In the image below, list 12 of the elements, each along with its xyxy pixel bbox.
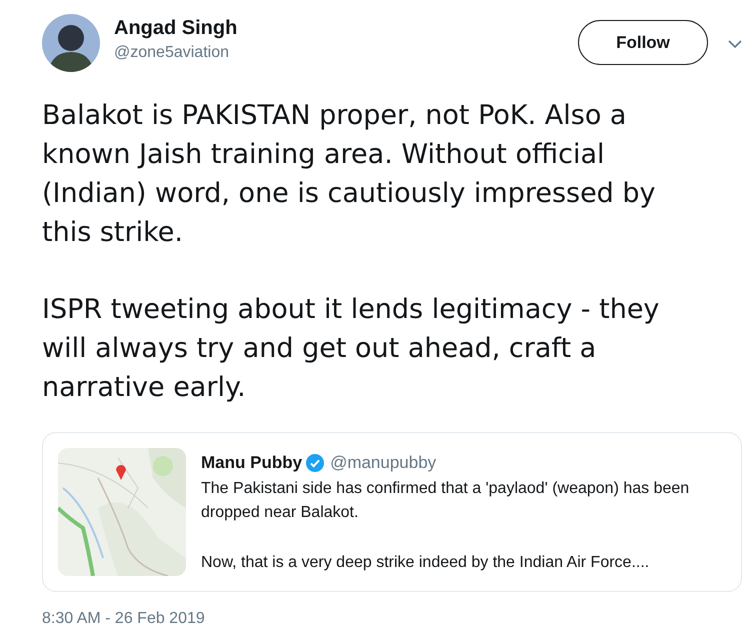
quoted-author-name: Manu Pubby xyxy=(201,453,302,473)
quoted-author-handle: @manupubby xyxy=(330,453,436,473)
tweet-text: Balakot is PAKISTAN proper, not PoK. Also a known Jaish training area. Without official (Indian) word, one is cautiously impressed by this strike. xyxy=(42,99,657,250)
quoted-tweet-card[interactable]: Manu Pubby @manupubby The Pakistani side has confirmed that a 'paylaod' (weapon) has been dropped near Balakot. Now, that is a very deep strike indeed by the Indian Air Force.... xyxy=(42,432,742,592)
follow-button[interactable]: Follow xyxy=(578,20,708,65)
author-name[interactable]: Angad Singh xyxy=(114,17,578,40)
tweet-timestamp[interactable]: 8:30 AM - 26 Feb 2019 xyxy=(42,610,742,628)
quoted-tweet-text: Now, that is a very deep strike indeed by the Indian Air Force.... xyxy=(201,553,650,573)
quoted-tweet-text: The Pakistani side has confirmed that a 'paylaod' (weapon) has been dropped near Balakot. xyxy=(201,479,690,523)
tweet-text: ISPR tweeting about it lends legitimacy - they will always try and get out ahead, craft a narrative early. xyxy=(42,293,660,405)
chevron-down-icon[interactable] xyxy=(728,40,742,48)
author-handle[interactable]: @zone5aviation xyxy=(114,44,578,62)
